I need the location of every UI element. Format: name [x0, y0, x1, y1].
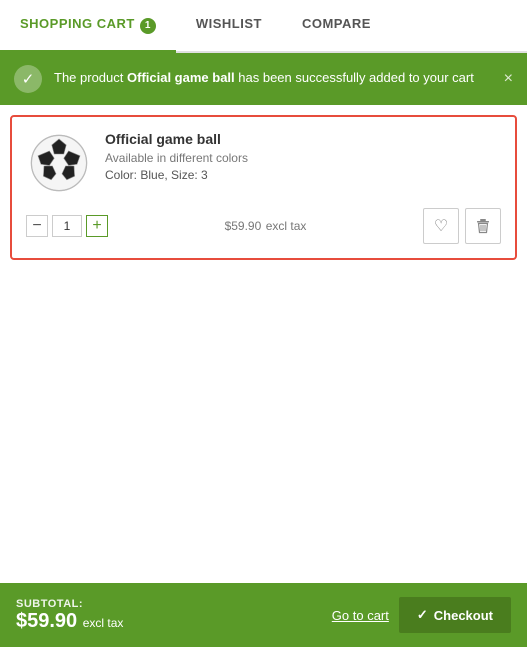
cart-item-top: Official game ball Available in differen…: [26, 131, 501, 196]
trash-icon: [475, 218, 491, 234]
checkout-button[interactable]: ✓ Checkout: [399, 597, 511, 633]
success-banner: ✓ The product Official game ball has bee…: [0, 53, 527, 105]
checkout-label: Checkout: [434, 608, 493, 623]
quantity-controls: − +: [26, 215, 108, 237]
success-icon: ✓: [14, 65, 42, 93]
tab-compare[interactable]: COMPARE: [282, 0, 391, 51]
subtotal-price: $59.90: [16, 610, 77, 632]
banner-product-name: Official game ball: [127, 70, 235, 85]
quantity-increase-button[interactable]: +: [86, 215, 108, 237]
tab-wishlist[interactable]: WISHLIST: [176, 0, 282, 51]
cart-item: Official game ball Available in differen…: [10, 115, 517, 260]
tab-wishlist-label: WISHLIST: [196, 16, 262, 31]
item-subtitle: Available in different colors: [105, 151, 501, 165]
cart-footer: SUBTOTAL: $59.90 excl tax Go to cart ✓ C…: [0, 583, 527, 647]
close-banner-button[interactable]: ×: [504, 70, 513, 88]
item-details: Official game ball Available in differen…: [105, 131, 501, 182]
item-name: Official game ball: [105, 131, 501, 147]
product-image: [29, 133, 89, 193]
cart-badge: 1: [140, 18, 156, 34]
item-image: [26, 131, 91, 196]
banner-suffix: has been successfully added to your cart: [235, 70, 474, 85]
subtotal-section: SUBTOTAL: $59.90 excl tax: [16, 598, 123, 633]
item-price-amount: $59.90: [225, 219, 262, 233]
quantity-decrease-button[interactable]: −: [26, 215, 48, 237]
tab-compare-label: COMPARE: [302, 16, 371, 31]
subtotal-amount: $59.90 excl tax: [16, 610, 123, 633]
go-to-cart-button[interactable]: Go to cart: [332, 608, 389, 623]
item-options: Color: Blue, Size: 3: [105, 168, 501, 182]
item-price-suffix: excl tax: [266, 219, 307, 233]
add-to-wishlist-button[interactable]: ♡: [423, 208, 459, 244]
item-price: $59.90 excl tax: [225, 217, 307, 235]
tab-shopping-cart-label: SHOPPING CART: [20, 16, 135, 31]
subtotal-tax: excl tax: [83, 616, 124, 630]
cart-item-bottom: − + $59.90 excl tax ♡: [26, 208, 501, 244]
tab-bar: SHOPPING CART 1 WISHLIST COMPARE: [0, 0, 527, 53]
banner-message: The product Official game ball has been …: [54, 69, 492, 87]
remove-item-button[interactable]: [465, 208, 501, 244]
banner-prefix: The product: [54, 70, 127, 85]
cart-content: Official game ball Available in differen…: [0, 105, 527, 584]
item-actions: ♡: [423, 208, 501, 244]
subtotal-label: SUBTOTAL:: [16, 598, 123, 610]
tab-shopping-cart[interactable]: SHOPPING CART 1: [0, 0, 176, 53]
footer-actions: Go to cart ✓ Checkout: [332, 597, 511, 633]
checkout-checkmark-icon: ✓: [417, 607, 428, 623]
quantity-input[interactable]: [52, 215, 82, 237]
